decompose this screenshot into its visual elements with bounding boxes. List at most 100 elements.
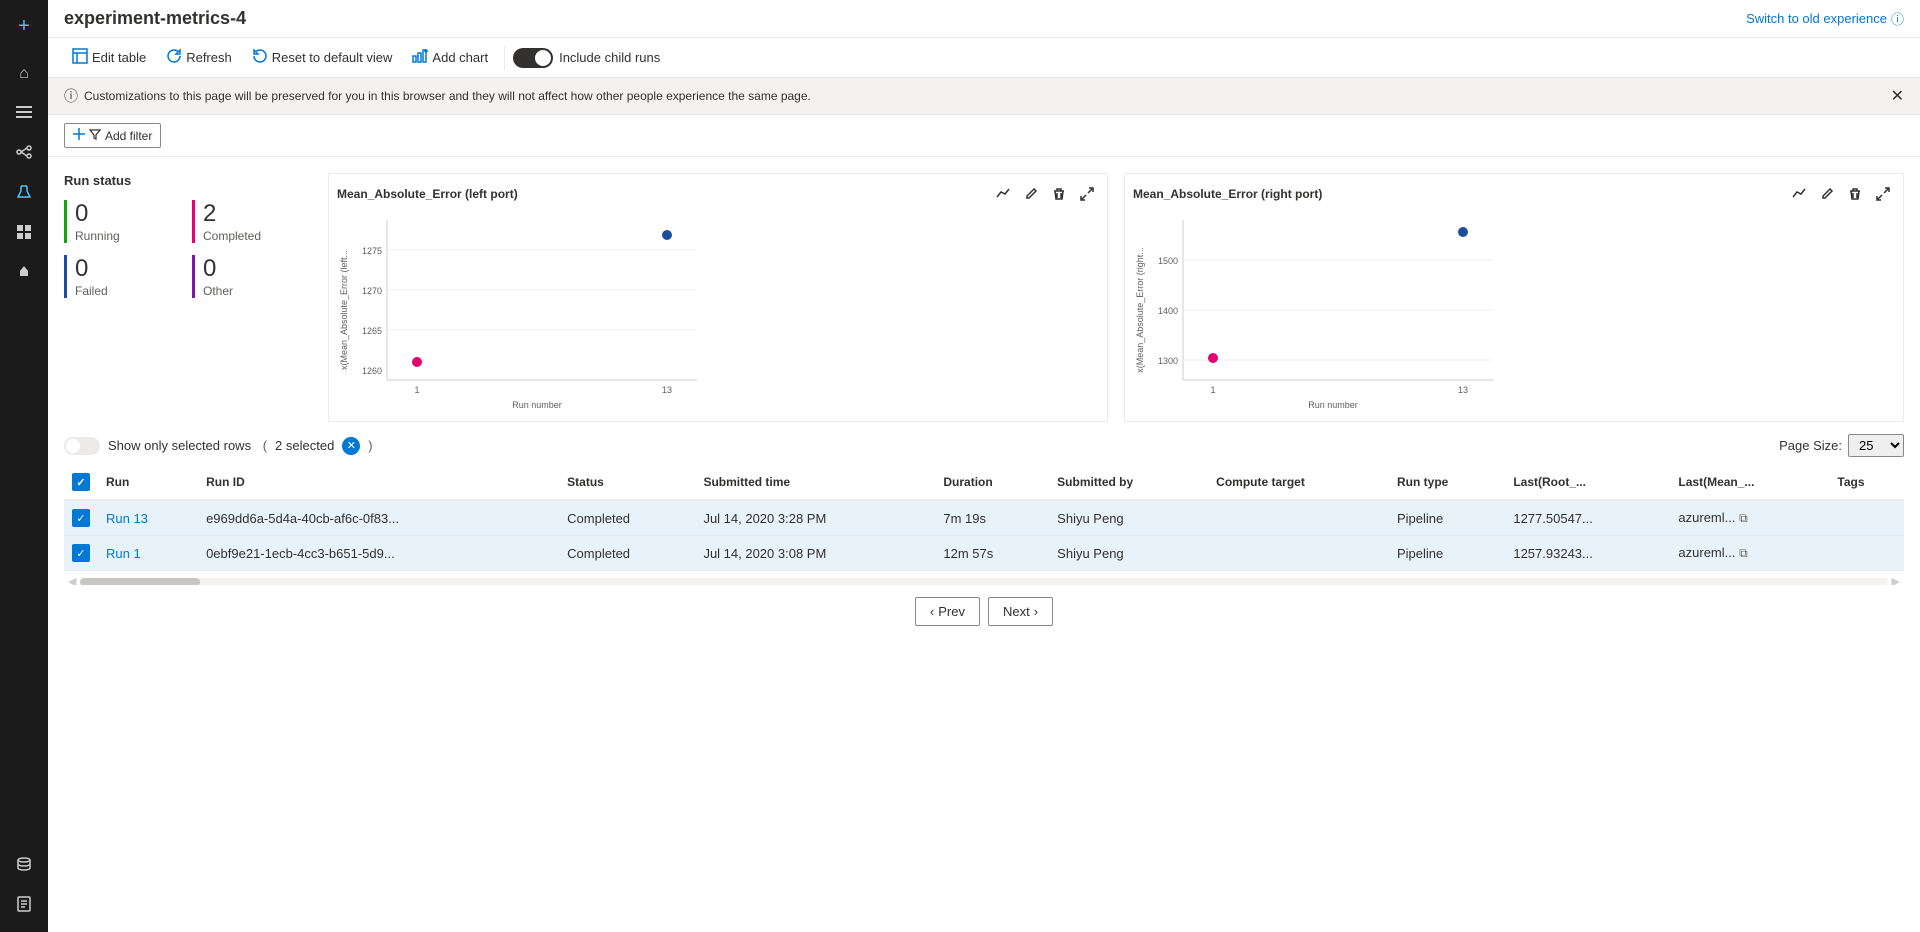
sidebar-item-experiments[interactable]	[6, 176, 42, 212]
table-row: ✓ Run 13 e969dd6a-5d4a-40cb-af6c-0f83...…	[64, 500, 1904, 536]
run-1-submitted-time: Jul 14, 2020 3:08 PM	[703, 546, 826, 561]
svg-text:1: 1	[1210, 385, 1215, 395]
next-button[interactable]: Next ›	[988, 597, 1053, 626]
notebooks-icon	[16, 896, 32, 917]
pipelines-icon	[16, 144, 32, 165]
horizontal-scrollbar[interactable]: ◀ ▶	[48, 571, 1920, 585]
col-duration: Duration	[935, 465, 1049, 500]
sidebar-item-notebooks[interactable]	[6, 888, 42, 924]
add-filter-button[interactable]: Add filter	[64, 123, 161, 148]
selected-count-badge: 2 selected	[275, 438, 334, 453]
failed-label: Failed	[75, 284, 176, 298]
selection-bar: Show only selected rows ( 2 selected ✕ )…	[48, 430, 1920, 465]
clear-selection-btn[interactable]: ✕	[342, 437, 360, 455]
sidebar-item-deployments[interactable]	[6, 256, 42, 292]
switch-old-experience-link[interactable]: Switch to old experience ⓘ	[1746, 9, 1904, 28]
chart-left-edit-btn[interactable]	[1019, 182, 1043, 206]
run-13-id: e969dd6a-5d4a-40cb-af6c-0f83...	[206, 511, 399, 526]
col-status: Status	[559, 465, 695, 500]
charts-container: Mean_Absolute_Error (left port)	[328, 173, 1904, 422]
run-13-duration: 7m 19s	[943, 511, 986, 526]
reset-button[interactable]: Reset to default view	[244, 44, 401, 71]
chart-left-linechart-btn[interactable]	[991, 182, 1015, 206]
run-13-status: Completed	[567, 511, 630, 526]
chart-left-title: Mean_Absolute_Error (left port)	[337, 187, 518, 201]
run-1-status: Completed	[567, 546, 630, 561]
run-1-run-type: Pipeline	[1397, 546, 1443, 561]
run-13-copy-btn[interactable]: ⧉	[1739, 511, 1748, 526]
col-submitted-time: Submitted time	[695, 465, 935, 500]
sidebar: + ⌂	[0, 0, 48, 932]
help-icon: ⓘ	[1891, 9, 1904, 28]
chart-left-port: Mean_Absolute_Error (left port)	[328, 173, 1108, 422]
run-1-link[interactable]: Run 1	[106, 546, 141, 561]
toolbar: Edit table Refresh Reset to default view	[48, 38, 1920, 78]
run-13-last-root: 1277.50547...	[1513, 511, 1593, 526]
svg-text:x(Mean_Absolute_Error (right..: x(Mean_Absolute_Error (right...	[1135, 247, 1145, 373]
sidebar-item-modules[interactable]	[6, 216, 42, 252]
status-item-completed: 2 Completed	[192, 200, 304, 243]
chart-left-svg-container: 1275 1270 1265 1260 1 13 Run number x(Me…	[337, 210, 1099, 413]
info-bar-close-button[interactable]: ✕	[1891, 86, 1904, 106]
svg-text:1300: 1300	[1158, 356, 1178, 366]
include-child-runs-toggle-container: Include child runs	[513, 48, 660, 68]
page-size-select[interactable]: 25 50 100	[1848, 434, 1904, 457]
svg-text:Run number: Run number	[1308, 400, 1358, 410]
modules-icon	[16, 224, 32, 245]
status-item-other: 0 Other	[192, 255, 304, 298]
run-1-copy-btn[interactable]: ⧉	[1739, 546, 1748, 561]
sidebar-item-pipelines[interactable]	[6, 136, 42, 172]
prev-icon: ‹	[930, 604, 934, 619]
table-row: ✓ Run 1 0ebf9e21-1ecb-4cc3-b651-5d9... C…	[64, 536, 1904, 571]
run-13-link[interactable]: Run 13	[106, 511, 148, 526]
run-status-panel: Run status 0 Running 2 Completed 0 Faile…	[64, 173, 304, 298]
next-icon: ›	[1034, 604, 1038, 619]
col-submitted-by: Submitted by	[1049, 465, 1208, 500]
chart-right-delete-btn[interactable]	[1843, 182, 1867, 206]
run-13-submitted-by: Shiyu Peng	[1057, 511, 1124, 526]
svg-text:1260: 1260	[362, 366, 382, 376]
chart-left-expand-btn[interactable]	[1075, 182, 1099, 206]
show-selected-label: Show only selected rows	[108, 438, 251, 453]
row-2-checkbox[interactable]: ✓	[72, 544, 90, 562]
page-size-label: Page Size:	[1779, 438, 1842, 453]
content-area: Run status 0 Running 2 Completed 0 Faile…	[48, 157, 1920, 932]
add-chart-button[interactable]: Add chart	[404, 44, 496, 71]
svg-text:x(Mean_Absolute_Error (left...: x(Mean_Absolute_Error (left...	[339, 250, 349, 370]
filter-funnel-icon	[89, 128, 101, 143]
info-bar: ⓘ Customizations to this page will be pr…	[48, 78, 1920, 115]
run-1-last-mean: azureml...	[1678, 545, 1735, 560]
chart-right-expand-btn[interactable]	[1871, 182, 1895, 206]
other-count: 0	[203, 255, 304, 284]
sidebar-item-data[interactable]	[6, 848, 42, 884]
completed-count: 2	[203, 200, 304, 229]
chart-right-linechart-btn[interactable]	[1787, 182, 1811, 206]
chart-right-edit-btn[interactable]	[1815, 182, 1839, 206]
page-title: experiment-metrics-4	[64, 8, 246, 29]
select-all-checkbox[interactable]: ✓	[72, 473, 90, 491]
sidebar-item-add[interactable]: +	[6, 8, 42, 44]
show-selected-toggle[interactable]	[64, 437, 100, 455]
prev-button[interactable]: ‹ Prev	[915, 597, 980, 626]
run-1-last-root: 1257.93243...	[1513, 546, 1593, 561]
add-icon: +	[18, 15, 30, 38]
run-13-submitted-time: Jul 14, 2020 3:28 PM	[703, 511, 826, 526]
chart-left-delete-btn[interactable]	[1047, 182, 1071, 206]
chart-right-svg: 1500 1400 1300 1 13 Run number x(Mean_Ab…	[1133, 210, 1513, 410]
failed-count: 0	[75, 255, 176, 284]
include-child-runs-toggle[interactable]	[513, 48, 553, 68]
edit-table-button[interactable]: Edit table	[64, 44, 154, 71]
refresh-button[interactable]: Refresh	[158, 44, 240, 71]
sidebar-item-home[interactable]: ⌂	[6, 56, 42, 92]
svg-text:13: 13	[1458, 385, 1468, 395]
run-1-duration: 12m 57s	[943, 546, 993, 561]
sidebar-item-list[interactable]	[6, 96, 42, 132]
info-bar-text: Customizations to this page will be pres…	[84, 89, 811, 103]
svg-text:1265: 1265	[362, 326, 382, 336]
row-1-checkbox[interactable]: ✓	[72, 509, 90, 527]
data-icon	[16, 856, 32, 877]
svg-text:13: 13	[662, 385, 672, 395]
status-item-failed: 0 Failed	[64, 255, 176, 298]
col-run-type: Run type	[1389, 465, 1505, 500]
col-last-root: Last(Root_...	[1505, 465, 1670, 500]
